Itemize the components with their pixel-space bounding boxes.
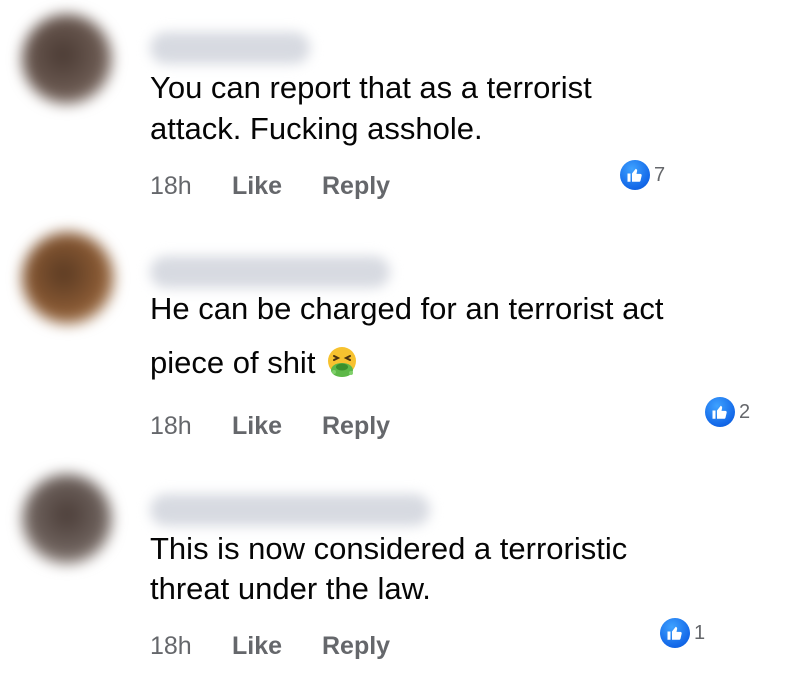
comment-text-line: He can be charged for an terrorist act bbox=[150, 291, 664, 326]
comment-meta: 18h Like Reply bbox=[150, 172, 390, 201]
comment-text-line: attack. Fucking asshole. bbox=[150, 111, 483, 146]
comment-meta: 18h Like Reply bbox=[150, 632, 390, 661]
comment-1: You can report that as a terrorist attac… bbox=[0, 0, 800, 220]
comment-text-fragment: piece of shit bbox=[150, 345, 316, 380]
comment-text: This is now considered a terroristic thr… bbox=[150, 533, 627, 604]
reply-button[interactable]: Reply bbox=[322, 412, 390, 441]
comment-text: He can be charged for an terrorist act p… bbox=[150, 293, 663, 379]
reaction-summary[interactable]: 1 bbox=[660, 618, 705, 648]
timestamp[interactable]: 18h bbox=[150, 412, 232, 441]
timestamp[interactable]: 18h bbox=[150, 172, 232, 201]
comment-2: He can be charged for an terrorist act p… bbox=[0, 220, 800, 460]
comment-text: You can report that as a terrorist attac… bbox=[150, 72, 592, 144]
author-name-blurred[interactable] bbox=[150, 32, 310, 64]
timestamp[interactable]: 18h bbox=[150, 632, 232, 661]
thumbs-up-icon bbox=[660, 618, 690, 648]
reply-button[interactable]: Reply bbox=[322, 632, 390, 661]
reaction-summary[interactable]: 7 bbox=[620, 160, 665, 190]
reaction-count: 7 bbox=[654, 163, 666, 186]
reaction-summary[interactable]: 2 bbox=[705, 397, 750, 427]
like-button[interactable]: Like bbox=[232, 412, 322, 441]
comment-text-line: piece of shit bbox=[150, 345, 663, 379]
thumbs-up-icon bbox=[705, 397, 735, 427]
comment-3: This is now considered a terroristic thr… bbox=[0, 460, 800, 673]
nauseated-face-emoji bbox=[325, 345, 359, 379]
comment-meta: 18h Like Reply bbox=[150, 412, 390, 441]
comment-text-line: threat under the law. bbox=[150, 571, 431, 606]
reaction-count: 2 bbox=[739, 400, 751, 423]
comment-text-line: You can report that as a terrorist bbox=[150, 70, 592, 105]
comment-text-line: This is now considered a terroristic bbox=[150, 531, 628, 566]
reply-button[interactable]: Reply bbox=[322, 172, 390, 201]
avatar[interactable] bbox=[22, 14, 112, 104]
like-button[interactable]: Like bbox=[232, 172, 322, 201]
thumbs-up-icon bbox=[620, 160, 650, 190]
reaction-count: 1 bbox=[694, 621, 706, 644]
author-name-blurred[interactable] bbox=[150, 256, 390, 288]
like-button[interactable]: Like bbox=[232, 632, 322, 661]
avatar[interactable] bbox=[22, 232, 114, 324]
avatar[interactable] bbox=[22, 474, 112, 564]
author-name-blurred[interactable] bbox=[150, 494, 430, 526]
